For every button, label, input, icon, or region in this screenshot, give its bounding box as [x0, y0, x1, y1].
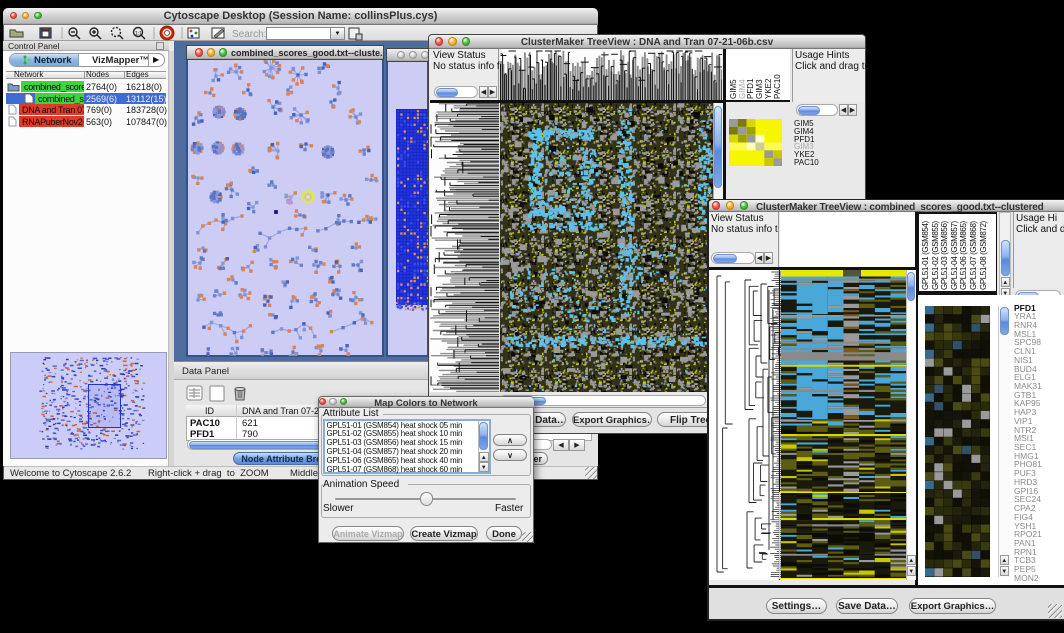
svg-text:1:1: 1:1 [135, 31, 142, 37]
